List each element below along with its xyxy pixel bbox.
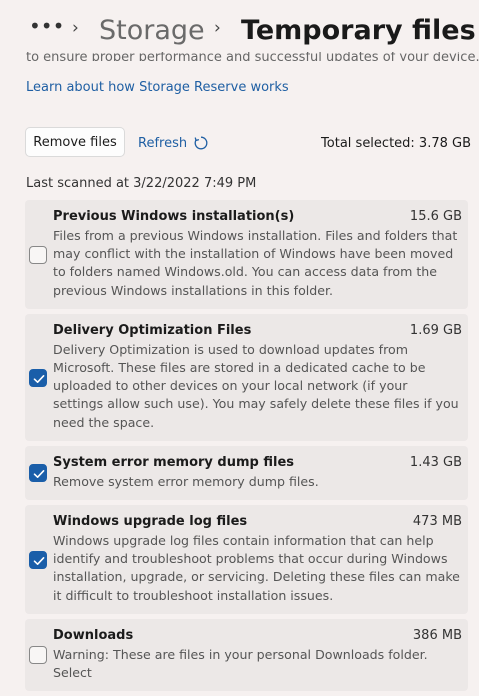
checkbox[interactable] [29, 551, 47, 570]
more-dots-icon[interactable]: ••• [29, 16, 64, 36]
checkbox[interactable] [29, 368, 47, 387]
checkmark-icon [33, 469, 45, 478]
checkmark-icon [33, 374, 45, 383]
refresh-icon [194, 136, 208, 150]
list-item[interactable]: Downloads 386 MB Warning: These are files … [25, 618, 468, 692]
total-selected: Total selected: 3.78 GB [321, 136, 471, 151]
refresh-label: Refresh [138, 135, 188, 151]
item-size: 386 MB [412, 627, 462, 643]
breadcrumb-header: ••• › Storage › Temporary files [0, 0, 479, 52]
item-title: Previous Windows installation(s) [53, 209, 295, 224]
list-item[interactable]: Windows upgrade log files 473 MB Windows u… [25, 505, 468, 614]
list-item[interactable]: Delivery Optimization Files 1.69 GB Delive… [25, 313, 468, 441]
item-description: Windows upgrade log files contain inform… [53, 533, 460, 603]
page-title: Temporary files [241, 15, 476, 46]
refresh-button[interactable]: Refresh [138, 135, 209, 151]
item-size: 1.43 GB [409, 454, 462, 470]
item-description: Remove system error memory dump files. [53, 473, 319, 489]
chevron-right-icon: › [72, 18, 79, 38]
remove-files-button[interactable]: Remove files [25, 127, 125, 157]
item-size: 15.6 GB [409, 209, 462, 224]
last-scanned-text: Last scanned at 3/22/2022 7:49 PM [26, 176, 257, 191]
checkbox[interactable] [29, 246, 47, 264]
checkbox[interactable] [29, 645, 47, 664]
item-size: 1.69 GB [409, 322, 462, 338]
list-item[interactable]: Previous Windows installation(s) 15.6 GB F… [25, 200, 468, 309]
item-title: Delivery Optimization Files [53, 322, 252, 338]
item-description: Warning: These are files in your persona… [53, 646, 428, 681]
storage-reserve-link[interactable]: Learn about how Storage Reserve works [26, 80, 289, 95]
item-title: System error memory dump files [53, 454, 295, 470]
item-size: 473 MB [412, 514, 462, 530]
item-title: Windows upgrade log files [53, 514, 248, 530]
list-item[interactable]: System error memory dump files 1.43 GB Rem… [25, 445, 468, 501]
item-description: Delivery Optimization is used to downloa… [53, 341, 459, 430]
item-description: Files from a previous Windows installati… [53, 228, 458, 298]
item-title: Downloads [53, 627, 134, 643]
intro-text: to ensure proper performance and success… [26, 51, 479, 61]
checkbox[interactable] [29, 463, 47, 482]
breadcrumb-storage[interactable]: Storage [99, 13, 205, 49]
chevron-right-icon: › [214, 18, 221, 38]
temp-files-list: Previous Windows installation(s) 15.6 GB F… [25, 200, 468, 696]
checkmark-icon [33, 557, 45, 566]
